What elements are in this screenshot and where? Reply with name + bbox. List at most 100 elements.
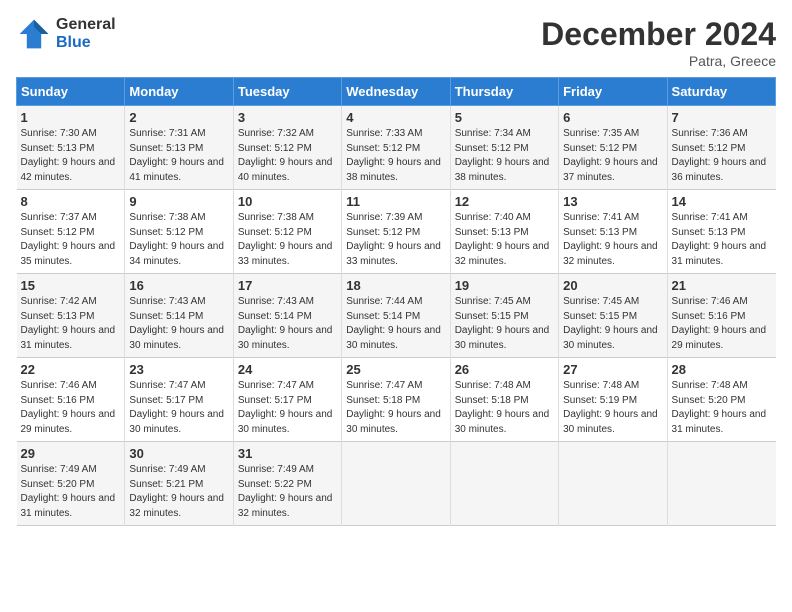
calendar-cell: 13 Sunrise: 7:41 AMSunset: 5:13 PMDayligh… [559, 190, 667, 274]
calendar-cell: 19 Sunrise: 7:45 AMSunset: 5:15 PMDayligh… [450, 274, 558, 358]
calendar-cell: 26Sunrise: 7:48 AMSunset: 5:18 PMDayligh… [450, 358, 558, 442]
calendar-cell: 29 Sunrise: 7:49 AMSunset: 5:20 PMDayligh… [17, 442, 125, 526]
day-info: Sunrise: 7:37 AMSunset: 5:12 PMDaylight:… [21, 212, 116, 267]
header-tuesday: Tuesday [233, 78, 341, 106]
day-info: Sunrise: 7:47 AMSunset: 5:18 PMDaylight:… [346, 380, 441, 435]
day-number: 28 [672, 362, 772, 377]
calendar-cell: 12Sunrise: 7:40 AMSunset: 5:13 PMDayligh… [450, 190, 558, 274]
day-number: 30 [129, 446, 228, 461]
day-number: 2 [129, 110, 228, 125]
week-row-3: 15Sunrise: 7:42 AMSunset: 5:13 PMDayligh… [17, 274, 776, 358]
day-number: 1 [21, 110, 121, 125]
logo-general: General [56, 16, 116, 34]
day-number: 26 [455, 362, 554, 377]
calendar-cell: 21Sunrise: 7:46 AMSunset: 5:16 PMDayligh… [667, 274, 775, 358]
header-monday: Monday [125, 78, 233, 106]
day-number: 5 [455, 110, 554, 125]
calendar-cell: 31 Sunrise: 7:49 AMSunset: 5:22 PMDayligh… [233, 442, 341, 526]
day-number: 31 [238, 446, 337, 461]
day-number: 24 [238, 362, 337, 377]
day-number: 18 [346, 278, 445, 293]
day-number: 7 [672, 110, 772, 125]
day-number: 20 [563, 278, 662, 293]
day-number: 8 [21, 194, 121, 209]
day-number: 6 [563, 110, 662, 125]
week-row-1: 1 Sunrise: 7:30 AMSunset: 5:13 PMDaylight… [17, 106, 776, 190]
calendar-cell: 5Sunrise: 7:34 AMSunset: 5:12 PMDaylight… [450, 106, 558, 190]
day-number: 22 [21, 362, 121, 377]
calendar-cell [450, 442, 558, 526]
day-info: Sunrise: 7:33 AMSunset: 5:12 PMDaylight:… [346, 128, 441, 183]
day-info: Sunrise: 7:49 AMSunset: 5:20 PMDaylight:… [21, 464, 116, 519]
day-info: Sunrise: 7:41 AMSunset: 5:13 PMDaylight:… [563, 212, 658, 267]
day-number: 21 [672, 278, 772, 293]
title-area: December 2024 Patra, Greece [541, 16, 776, 69]
day-info: Sunrise: 7:42 AMSunset: 5:13 PMDaylight:… [21, 296, 116, 351]
day-info: Sunrise: 7:47 AMSunset: 5:17 PMDaylight:… [129, 380, 224, 435]
day-number: 10 [238, 194, 337, 209]
day-number: 14 [672, 194, 772, 209]
day-info: Sunrise: 7:38 AMSunset: 5:12 PMDaylight:… [238, 212, 333, 267]
page-container: General Blue December 2024 Patra, Greece… [0, 0, 792, 534]
day-info: Sunrise: 7:48 AMSunset: 5:19 PMDaylight:… [563, 380, 658, 435]
day-number: 19 [455, 278, 554, 293]
calendar-cell: 16Sunrise: 7:43 AMSunset: 5:14 PMDayligh… [125, 274, 233, 358]
logo-icon [16, 16, 52, 52]
day-info: Sunrise: 7:43 AMSunset: 5:14 PMDaylight:… [129, 296, 224, 351]
day-number: 23 [129, 362, 228, 377]
calendar-cell: 14 Sunrise: 7:41 AMSunset: 5:13 PMDayligh… [667, 190, 775, 274]
header-row: SundayMondayTuesdayWednesdayThursdayFrid… [17, 78, 776, 106]
day-info: Sunrise: 7:40 AMSunset: 5:13 PMDaylight:… [455, 212, 550, 267]
logo: General Blue [16, 16, 116, 52]
day-number: 3 [238, 110, 337, 125]
day-info: Sunrise: 7:45 AMSunset: 5:15 PMDaylight:… [455, 296, 550, 351]
calendar-cell: 28Sunrise: 7:48 AMSunset: 5:20 PMDayligh… [667, 358, 775, 442]
day-info: Sunrise: 7:43 AMSunset: 5:14 PMDaylight:… [238, 296, 333, 351]
day-number: 13 [563, 194, 662, 209]
calendar-cell: 9 Sunrise: 7:38 AMSunset: 5:12 PMDaylight… [125, 190, 233, 274]
header-wednesday: Wednesday [342, 78, 450, 106]
day-info: Sunrise: 7:41 AMSunset: 5:13 PMDaylight:… [672, 212, 767, 267]
header-sunday: Sunday [17, 78, 125, 106]
calendar-cell [559, 442, 667, 526]
calendar-cell: 23 Sunrise: 7:47 AMSunset: 5:17 PMDayligh… [125, 358, 233, 442]
calendar-cell: 24 Sunrise: 7:47 AMSunset: 5:17 PMDayligh… [233, 358, 341, 442]
day-info: Sunrise: 7:30 AMSunset: 5:13 PMDaylight:… [21, 128, 116, 183]
day-number: 17 [238, 278, 337, 293]
day-info: Sunrise: 7:38 AMSunset: 5:12 PMDaylight:… [129, 212, 224, 267]
calendar-cell: 22 Sunrise: 7:46 AMSunset: 5:16 PMDayligh… [17, 358, 125, 442]
day-info: Sunrise: 7:47 AMSunset: 5:17 PMDaylight:… [238, 380, 333, 435]
logo-blue: Blue [56, 34, 116, 52]
day-info: Sunrise: 7:31 AMSunset: 5:13 PMDaylight:… [129, 128, 224, 183]
calendar-cell [342, 442, 450, 526]
calendar-cell: 11 Sunrise: 7:39 AMSunset: 5:12 PMDayligh… [342, 190, 450, 274]
day-info: Sunrise: 7:39 AMSunset: 5:12 PMDaylight:… [346, 212, 441, 267]
calendar-cell: 7 Sunrise: 7:36 AMSunset: 5:12 PMDaylight… [667, 106, 775, 190]
calendar-cell: 27 Sunrise: 7:48 AMSunset: 5:19 PMDayligh… [559, 358, 667, 442]
day-info: Sunrise: 7:36 AMSunset: 5:12 PMDaylight:… [672, 128, 767, 183]
calendar-cell: 4 Sunrise: 7:33 AMSunset: 5:12 PMDaylight… [342, 106, 450, 190]
day-number: 29 [21, 446, 121, 461]
day-info: Sunrise: 7:32 AMSunset: 5:12 PMDaylight:… [238, 128, 333, 183]
day-info: Sunrise: 7:49 AMSunset: 5:21 PMDaylight:… [129, 464, 224, 519]
calendar-cell: 8 Sunrise: 7:37 AMSunset: 5:12 PMDaylight… [17, 190, 125, 274]
week-row-5: 29 Sunrise: 7:49 AMSunset: 5:20 PMDayligh… [17, 442, 776, 526]
calendar-cell [667, 442, 775, 526]
day-number: 27 [563, 362, 662, 377]
day-number: 4 [346, 110, 445, 125]
day-info: Sunrise: 7:35 AMSunset: 5:12 PMDaylight:… [563, 128, 658, 183]
logo-text: General Blue [56, 16, 116, 51]
day-info: Sunrise: 7:49 AMSunset: 5:22 PMDaylight:… [238, 464, 333, 519]
day-info: Sunrise: 7:46 AMSunset: 5:16 PMDaylight:… [21, 380, 116, 435]
day-number: 9 [129, 194, 228, 209]
calendar-cell: 20Sunrise: 7:45 AMSunset: 5:15 PMDayligh… [559, 274, 667, 358]
day-number: 11 [346, 194, 445, 209]
calendar-cell: 25 Sunrise: 7:47 AMSunset: 5:18 PMDayligh… [342, 358, 450, 442]
calendar-cell: 30 Sunrise: 7:49 AMSunset: 5:21 PMDayligh… [125, 442, 233, 526]
calendar-cell: 6 Sunrise: 7:35 AMSunset: 5:12 PMDaylight… [559, 106, 667, 190]
calendar-cell: 18Sunrise: 7:44 AMSunset: 5:14 PMDayligh… [342, 274, 450, 358]
page-header: General Blue December 2024 Patra, Greece [16, 16, 776, 69]
calendar-cell: 15Sunrise: 7:42 AMSunset: 5:13 PMDayligh… [17, 274, 125, 358]
calendar-cell: 17 Sunrise: 7:43 AMSunset: 5:14 PMDayligh… [233, 274, 341, 358]
day-number: 25 [346, 362, 445, 377]
